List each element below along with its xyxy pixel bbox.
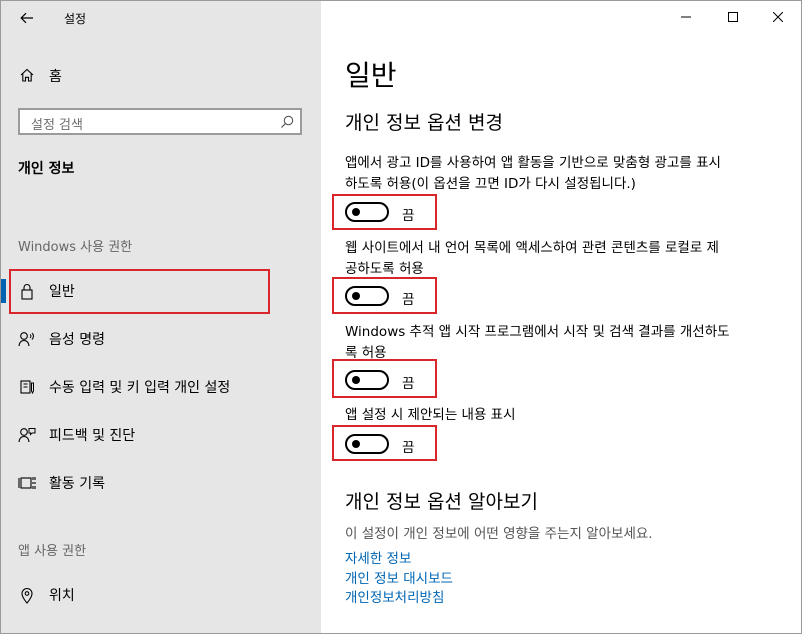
section-label-windows: Windows 사용 권한 [18, 240, 133, 255]
home-icon [18, 66, 36, 84]
sidebar-item-inking-typing[interactable]: 수동 입력 및 키 입력 개인 설정 [1, 365, 321, 409]
search-input[interactable]: 설정 검색 [18, 108, 302, 135]
sidebar-item-label: 음성 명령 [49, 332, 105, 348]
speech-icon [18, 330, 36, 348]
highlight-box [332, 194, 437, 230]
desc-line: 하도록 허용(이 옵션을 끄면 ID가 다시 설정됩니다.) [345, 176, 636, 192]
sidebar-item-feedback[interactable]: 피드백 및 진단 [1, 413, 321, 457]
section-label-app: 앱 사용 권한 [18, 544, 87, 559]
search-placeholder: 설정 검색 [31, 118, 83, 133]
highlight-box [332, 359, 437, 398]
maximize-icon [728, 12, 738, 22]
setting-desc-advertising: 앱에서 광고 ID를 사용하여 앱 활동을 기반으로 맞춤형 광고를 표시 하도… [345, 153, 780, 195]
section-title-change: 개인 정보 옵션 변경 [345, 112, 503, 134]
pen-icon [18, 378, 36, 396]
sidebar-item-label: 위치 [49, 588, 75, 604]
link-privacy-dashboard[interactable]: 개인 정보 대시보드 [345, 567, 453, 587]
minimize-button[interactable] [663, 1, 709, 33]
selection-indicator [1, 279, 6, 303]
highlight-box [9, 269, 270, 314]
back-button[interactable] [13, 5, 41, 31]
sidebar-item-label: 피드백 및 진단 [49, 428, 136, 444]
highlight-box [332, 425, 437, 461]
back-arrow-icon [20, 12, 33, 24]
feedback-icon [18, 426, 36, 444]
sidebar-item-speech[interactable]: 음성 명령 [1, 317, 321, 361]
sidebar-heading: 개인 정보 [18, 161, 75, 177]
sidebar-item-label: 활동 기록 [49, 476, 105, 492]
desc-line: 앱 설정 시 제안되는 내용 표시 [345, 407, 516, 423]
sidebar-item-home[interactable]: 홈 [1, 61, 321, 89]
setting-desc-language: 웹 사이트에서 내 언어 목록에 액세스하여 관련 콘텐츠를 로컬로 제 공하도… [345, 238, 780, 280]
sidebar-item-label: 수동 입력 및 키 입력 개인 설정 [49, 380, 231, 396]
timeline-icon [18, 474, 36, 492]
link-privacy-statement[interactable]: 개인정보처리방침 [345, 586, 444, 606]
link-more-info[interactable]: 자세한 정보 [345, 547, 411, 567]
sidebar-item-label: 홈 [49, 69, 62, 85]
page-title: 일반 [345, 59, 397, 92]
settings-window: 설정 홈 설정 검색 개인 정보 Windows 사용 권한 일반 음성 명령 … [0, 0, 802, 634]
desc-line: Windows 추적 앱 시작 프로그램에서 시작 및 검색 결과를 개선하도 [345, 324, 730, 340]
desc-line: 앱에서 광고 ID를 사용하여 앱 활동을 기반으로 맞춤형 광고를 표시 [345, 155, 721, 171]
setting-desc-app-launch: Windows 추적 앱 시작 프로그램에서 시작 및 검색 결과를 개선하도 … [345, 322, 780, 364]
close-icon [773, 12, 783, 22]
highlight-box [332, 277, 437, 314]
about-description: 이 설정이 개인 정보에 어떤 영향을 주는지 알아보세요. [345, 526, 653, 542]
search-icon [281, 115, 294, 128]
app-title: 설정 [64, 12, 87, 26]
setting-desc-suggested-content: 앱 설정 시 제안되는 내용 표시 [345, 405, 780, 426]
sidebar: 설정 홈 설정 검색 개인 정보 Windows 사용 권한 일반 음성 명령 … [1, 1, 321, 633]
content-pane: 일반 개인 정보 옵션 변경 앱에서 광고 ID를 사용하여 앱 활동을 기반으… [321, 1, 801, 633]
sidebar-item-activity-history[interactable]: 활동 기록 [1, 461, 321, 505]
sidebar-item-location[interactable]: 위치 [1, 573, 321, 617]
desc-line: 웹 사이트에서 내 언어 목록에 액세스하여 관련 콘텐츠를 로컬로 제 [345, 240, 719, 256]
location-icon [18, 586, 36, 604]
close-button[interactable] [755, 1, 801, 33]
section-title-about: 개인 정보 옵션 알아보기 [345, 491, 538, 513]
maximize-button[interactable] [710, 1, 756, 33]
minimize-icon [681, 16, 691, 18]
